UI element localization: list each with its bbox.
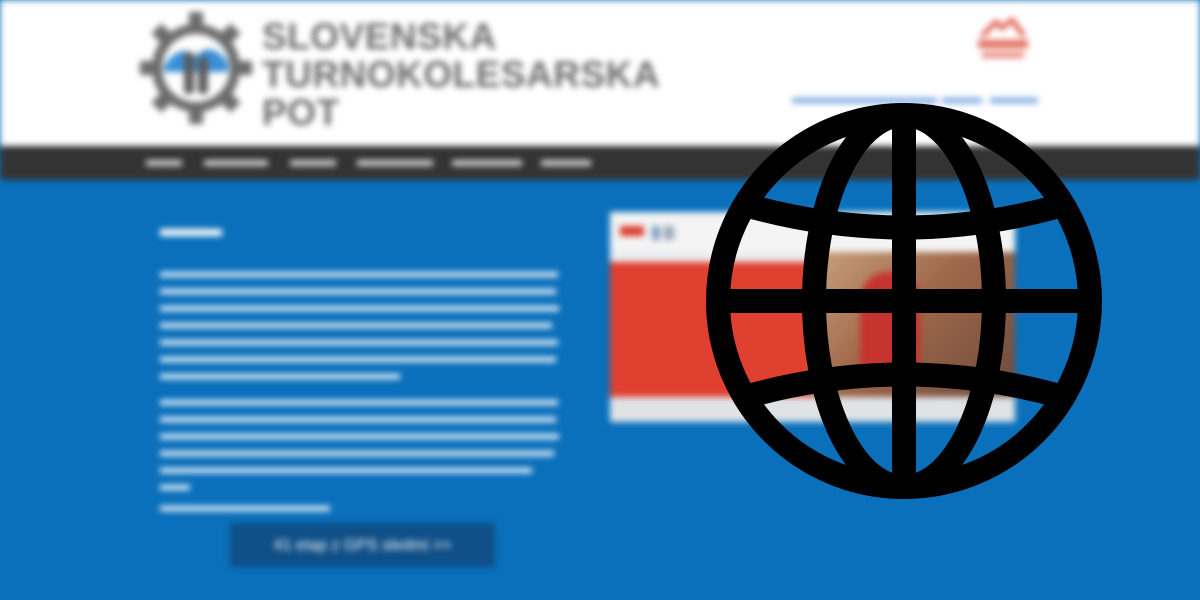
nav-item-5[interactable] bbox=[452, 146, 522, 180]
intro-paragraph-lines bbox=[160, 272, 559, 511]
gps-stages-button[interactable]: 41 etap z GPS sledmi >> bbox=[230, 523, 495, 567]
intro-heading bbox=[160, 228, 560, 240]
nav-item-4-text-shape bbox=[357, 160, 433, 166]
nav-item-6[interactable] bbox=[541, 146, 591, 180]
site-title-line-1: SLOVENSKA bbox=[262, 16, 497, 57]
site-title-line-3: POT bbox=[262, 92, 340, 133]
site-title[interactable]: SLOVENSKA TURNOKOLESARSKA POT bbox=[262, 18, 660, 132]
partner-logo-mark bbox=[978, 17, 1028, 58]
partner-logo[interactable] bbox=[968, 16, 1038, 66]
nav-item-1[interactable] bbox=[146, 146, 182, 180]
banner-brand-mark bbox=[620, 226, 674, 240]
nav-item-3[interactable] bbox=[290, 146, 336, 180]
intro-section bbox=[160, 228, 560, 531]
nav-item-4[interactable] bbox=[357, 146, 433, 180]
site-title-line-2: TURNOKOLESARSKA bbox=[262, 54, 661, 95]
nav-item-5-text-shape bbox=[452, 160, 522, 166]
gear-cyclist-icon[interactable] bbox=[140, 12, 252, 124]
nav-item-6-text-shape bbox=[541, 160, 591, 166]
nav-item-2-text-shape bbox=[204, 160, 268, 166]
nav-item-1-text-shape bbox=[146, 160, 182, 166]
nav-item-3-text-shape bbox=[290, 160, 336, 166]
intro-heading-shape bbox=[160, 229, 222, 236]
globe-icon bbox=[706, 103, 1102, 499]
nav-item-2[interactable] bbox=[204, 146, 268, 180]
